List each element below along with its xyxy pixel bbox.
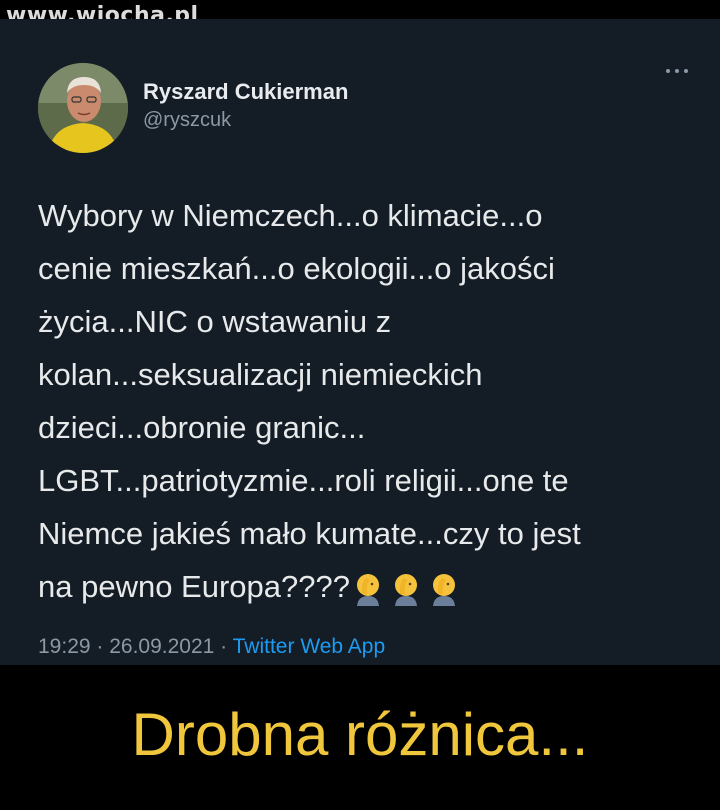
meme-page: www.wiocha.pl Ryszard Cukierman @ryszcuk… [0,0,720,810]
avatar[interactable] [38,63,128,153]
face-palm-emoji [356,573,379,606]
tweet-body: Wybory w Niemczech...o klimacie...o ceni… [38,198,581,604]
tweet-time[interactable]: 19:29 [38,635,91,658]
tweet-meta: 19:29 · 26.09.2021 · Twitter Web App [38,635,385,659]
face-palm-emoji [394,573,417,606]
face-palm-emoji [432,573,455,606]
tweet-date[interactable]: 26.09.2021 [109,635,214,658]
author-handle[interactable]: @ryszcuk [143,109,231,132]
meme-caption: Drobna różnica... [131,701,589,768]
tweet-text: Wybory w Niemczech...o klimacie...o ceni… [38,189,708,613]
meta-separator: · [90,635,110,658]
tweet-card: Ryszard Cukierman @ryszcuk Wybory w Niem… [0,19,720,665]
author-name[interactable]: Ryszard Cukierman [143,79,348,105]
more-horizontal-icon[interactable] [662,65,692,77]
tweet-source-link[interactable]: Twitter Web App [233,635,386,658]
emoji-group [353,572,459,606]
meta-separator-2: · [214,635,233,658]
